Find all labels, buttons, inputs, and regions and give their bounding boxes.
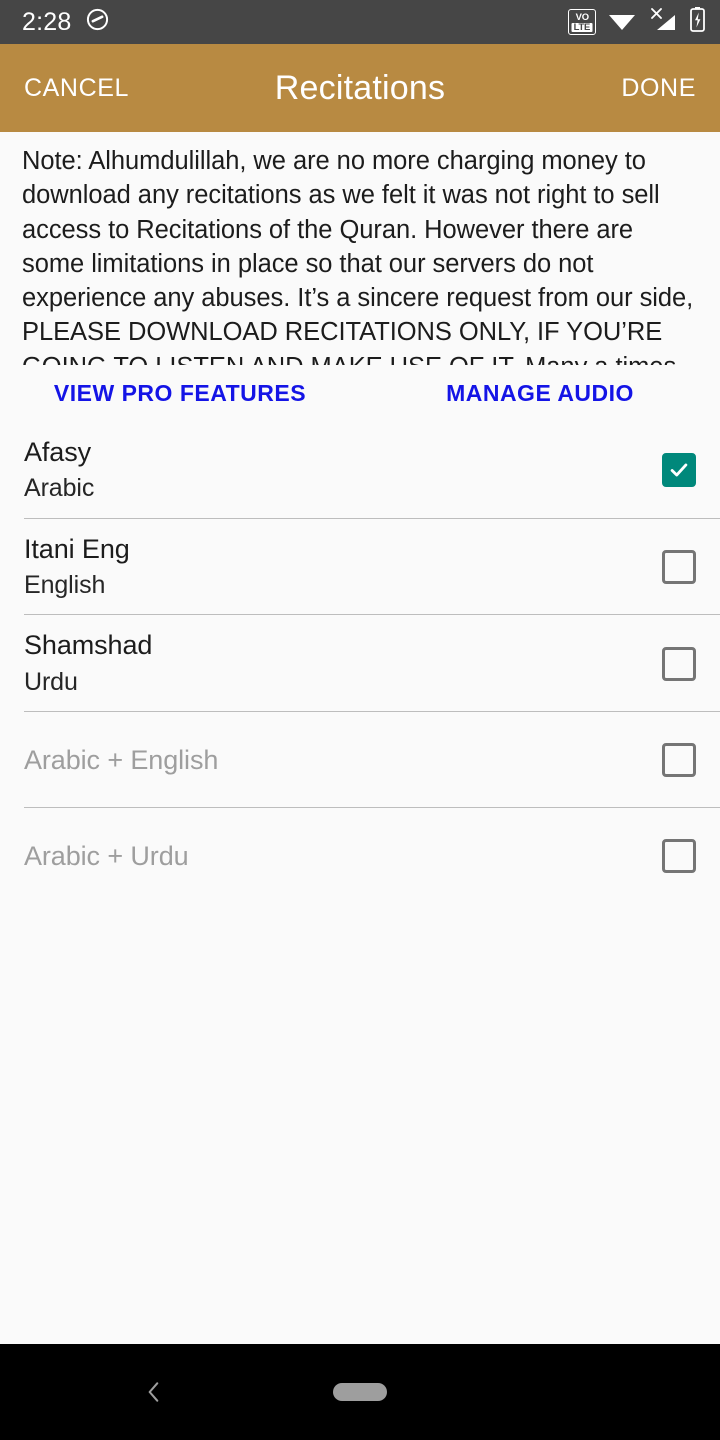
checkbox[interactable] (662, 549, 696, 584)
list-item[interactable]: Arabic + English (0, 711, 720, 808)
battery-charging-icon (689, 6, 706, 38)
list-item-subtitle: Urdu (24, 667, 78, 696)
manage-audio-button[interactable]: MANAGE AUDIO (360, 372, 720, 415)
list-item-text: Shamshad Urdu (24, 615, 644, 712)
done-button[interactable]: DONE (619, 68, 698, 109)
phone-screen: 2:28 VO LTE CANCEL Recitations DONE Note… (0, 0, 720, 1440)
check-icon (670, 463, 688, 477)
do-not-disturb-icon (85, 7, 110, 37)
status-bar: 2:28 VO LTE (0, 0, 720, 44)
checkbox[interactable] (662, 646, 696, 681)
list-item-subtitle: Arabic (24, 474, 95, 503)
action-links-row: VIEW PRO FEATURES MANAGE AUDIO (0, 365, 720, 422)
navigation-bar (0, 1344, 720, 1440)
recitations-list: Afasy Arabic Itani Eng English Shamshad … (0, 422, 720, 1344)
volte-icon: VO LTE (568, 9, 596, 35)
list-item-text: Arabic + Urdu (24, 820, 644, 892)
checkbox[interactable] (662, 453, 696, 488)
list-item-text: Afasy Arabic (24, 422, 644, 519)
list-item-title: Arabic + English (24, 744, 219, 775)
checkbox[interactable] (662, 838, 696, 873)
wifi-icon (607, 8, 637, 37)
volte-bottom-label: LTE (571, 22, 593, 32)
chevron-left-icon[interactable] (141, 1379, 167, 1405)
note-text: Note: Alhumdulillah, we are no more char… (22, 147, 694, 365)
list-item-text: Itani Eng English (24, 519, 644, 616)
view-pro-features-button[interactable]: VIEW PRO FEATURES (0, 372, 360, 415)
list-item[interactable]: Arabic + Urdu (0, 807, 720, 904)
list-item-title: Afasy (24, 437, 92, 467)
cancel-button[interactable]: CANCEL (22, 68, 131, 109)
list-item-title: Shamshad (24, 630, 153, 661)
list-item[interactable]: Afasy Arabic (0, 422, 720, 519)
checkbox[interactable] (662, 742, 696, 777)
app-bar: CANCEL Recitations DONE (0, 44, 720, 132)
home-pill-icon[interactable] (333, 1383, 387, 1401)
list-item-subtitle: English (24, 571, 106, 600)
status-bar-left: 2:28 (22, 7, 110, 37)
list-item[interactable]: Itani Eng English (0, 518, 720, 616)
cellular-signal-no-service-icon (648, 7, 678, 38)
list-item-title: Arabic + Urdu (24, 840, 189, 871)
status-clock: 2:28 (22, 7, 72, 36)
volte-top-label: VO (575, 11, 589, 22)
list-item-title: Itani Eng (24, 533, 130, 564)
note-container[interactable]: Note: Alhumdulillah, we are no more char… (0, 132, 720, 365)
status-bar-right: VO LTE (568, 6, 706, 38)
list-item[interactable]: Shamshad Urdu (0, 615, 720, 712)
list-item-text: Arabic + English (24, 724, 644, 796)
